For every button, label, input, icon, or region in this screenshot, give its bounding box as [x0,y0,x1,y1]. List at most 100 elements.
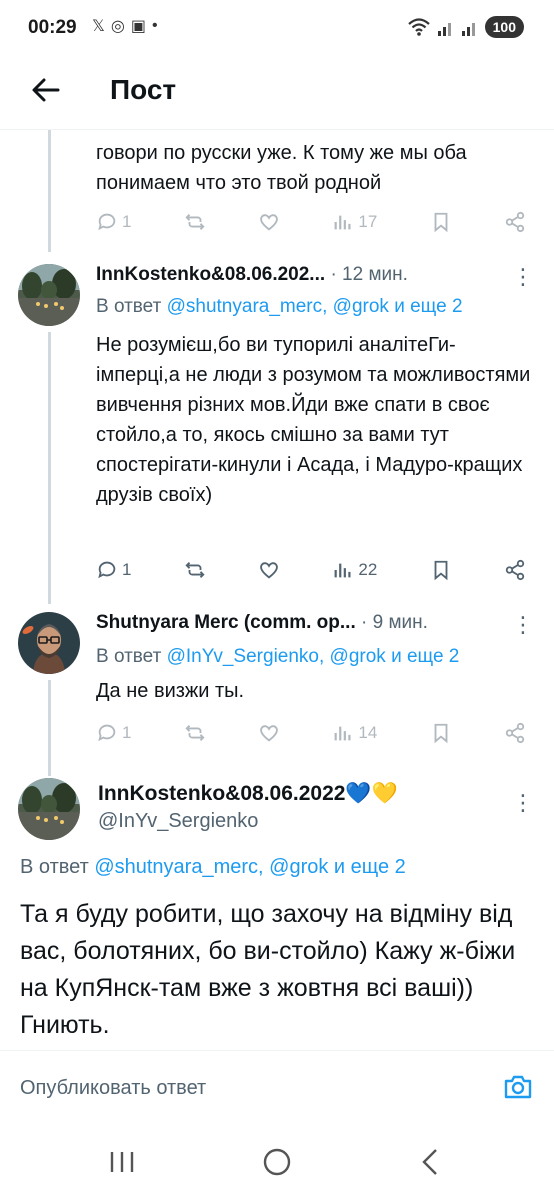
reply-to-label: В ответ [96,646,162,667]
more-options-icon[interactable]: ⋮ [512,264,534,290]
wifi-icon [407,18,430,36]
author-name[interactable]: InnKostenko&08.06.202... [96,264,325,285]
share-button[interactable] [504,211,526,233]
post-text: Да не визжи ты. [96,680,245,702]
reply-button[interactable]: 1 [96,722,131,744]
like-button[interactable] [258,211,280,233]
signal-icon-2 [461,23,475,36]
share-icon [505,211,525,233]
post-actions: 1 14 [96,718,526,748]
repost-button[interactable] [184,722,206,744]
avatar[interactable] [18,778,80,840]
reply-mentions[interactable]: @InYv_Sergienko, @grok [167,646,386,667]
post-time: · 9 мин. [361,612,428,633]
signal-icon-1 [437,23,451,36]
instagram-icon: ◎ [110,18,125,35]
heart-icon [260,725,278,742]
bookmark-button[interactable] [430,211,452,233]
views-button[interactable]: 14 [332,722,377,744]
like-button[interactable] [258,722,280,744]
x-app-icon: 𝕏 [92,18,105,35]
share-button[interactable] [504,722,526,744]
heart-icon [260,562,278,579]
views-count: 17 [358,212,378,231]
post-text: говори по русски уже. К тому же мы оба п… [96,142,467,194]
comment-icon [98,213,116,231]
status-bar: 00:29 𝕏 ◎ ▣ • 100 [0,0,554,58]
main-post-text: Та я буду робити, що захочу на відміну в… [20,900,516,1039]
system-navigation-bar [0,1126,554,1200]
author-name[interactable]: InnKostenko&08.06.2022💙💛 [98,782,398,806]
avatar-image [18,778,80,840]
views-count: 14 [358,723,378,742]
reply-more-mentions[interactable]: и еще 2 [394,296,462,317]
reply-button[interactable]: 1 [96,559,131,581]
reply-post[interactable]: InnKostenko&08.06.202... · 12 мин. ⋮ В о… [0,250,554,600]
more-options-icon[interactable]: ⋮ [512,612,534,638]
more-options-icon[interactable]: ⋮ [512,790,534,816]
bookmark-icon [434,723,448,744]
back-arrow-icon[interactable] [28,72,64,108]
previous-post[interactable]: говори по русски уже. К тому же мы оба п… [0,130,554,250]
home-icon[interactable] [257,1146,297,1178]
repost-icon [185,725,205,741]
avatar[interactable] [18,264,80,326]
post-actions: 1 22 [96,555,526,585]
reply-more-mentions[interactable]: и еще 2 [391,646,459,667]
analytics-icon [334,563,351,578]
share-icon [505,559,525,581]
share-button[interactable] [504,559,526,581]
reply-mentions[interactable]: @shutnyara_merc, @grok [94,856,328,878]
battery-indicator: 100 [484,16,524,38]
repost-button[interactable] [184,559,206,581]
reply-button[interactable]: 1 [96,211,131,233]
like-button[interactable] [258,559,280,581]
reply-to-line: В ответ @InYv_Sergienko, @grok и еще 2 [96,646,459,668]
post-time: · 12 мин. [330,264,408,285]
author-name[interactable]: Shutnyara Merc (comm. op... [96,612,356,633]
bookmark-button[interactable] [430,722,452,744]
post-text: Не розумієш,бо ви тупорилі аналітеГи-імп… [96,334,531,506]
reply-to-label: В ответ [96,296,162,317]
page-title: Пост [110,74,177,105]
post-actions: 1 17 [96,207,526,237]
camera-icon[interactable] [502,1071,534,1103]
repost-icon [185,562,205,578]
bookmark-icon [434,212,448,233]
more-notifications-icon: • [151,17,158,34]
repost-icon [185,214,205,230]
recent-apps-icon[interactable] [102,1146,142,1178]
notification-icons: 𝕏 ◎ ▣ • [92,16,158,36]
heart-icon [260,214,278,231]
news-icon: ▣ [130,18,146,35]
views-button[interactable]: 17 [332,211,377,233]
system-icons: 100 [407,16,524,38]
reply-count: 1 [122,212,132,231]
views-button[interactable]: 22 [332,559,377,581]
analytics-icon [334,726,351,741]
repost-button[interactable] [184,211,206,233]
comment-icon [98,724,116,742]
reply-count: 1 [122,560,132,579]
share-icon [505,722,525,744]
reply-more-mentions[interactable]: и еще 2 [334,856,406,878]
avatar-image [18,264,80,326]
reply-to-label: В ответ [20,856,89,878]
post-meta: Shutnyara Merc (comm. op... · 9 мин. [96,612,428,634]
reply-post[interactable]: Shutnyara Merc (comm. op... · 9 мин. ⋮ В… [0,600,554,760]
post-meta: InnKostenko&08.06.202... · 12 мин. [96,264,408,286]
bookmark-icon [434,560,448,581]
bookmark-button[interactable] [430,559,452,581]
author-handle[interactable]: @InYv_Sergienko [98,810,398,833]
reply-mentions[interactable]: @shutnyara_merc, @grok [167,296,389,317]
reply-to-line: В ответ @shutnyara_merc, @grok и еще 2 [96,296,463,318]
back-icon[interactable] [412,1146,452,1178]
main-author-block[interactable]: InnKostenko&08.06.2022💙💛 @InYv_Sergienko [98,782,398,833]
reply-count: 1 [122,723,132,742]
avatar-image [18,612,80,674]
top-app-bar: Пост [0,58,554,130]
avatar[interactable] [18,612,80,674]
views-count: 22 [358,560,378,579]
reply-input[interactable]: Опубликовать ответ [20,1077,206,1100]
reply-composer[interactable]: Опубликовать ответ [0,1050,554,1126]
